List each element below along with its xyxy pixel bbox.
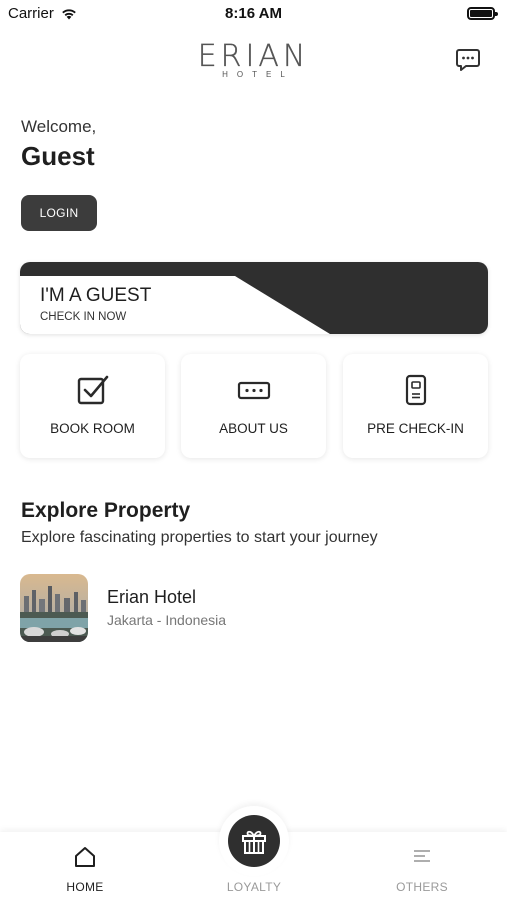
logo-text: ERIAN — [197, 39, 310, 74]
chat-bubble-icon — [456, 49, 480, 71]
book-room-label: BOOK ROOM — [50, 421, 135, 436]
gift-icon — [242, 830, 266, 854]
loyalty-button[interactable] — [228, 815, 280, 867]
chat-button[interactable] — [455, 47, 481, 73]
banner-subtitle: CHECK IN NOW — [40, 311, 127, 323]
nav-loyalty-label: LOYALTY — [226, 880, 282, 894]
nav-home-label: HOME — [66, 880, 104, 894]
nav-home[interactable]: HOME — [25, 832, 145, 900]
logo-subtext: HOTEL — [222, 70, 294, 79]
pre-check-in-card[interactable]: PRE CHECK-IN — [343, 354, 488, 458]
hotel-logo: ERIAN HOTEL — [0, 39, 507, 79]
welcome-greeting: Welcome, — [21, 117, 97, 136]
checkbox-icon — [77, 375, 108, 405]
home-icon — [75, 847, 95, 867]
status-time: 8:16 AM — [225, 5, 282, 22]
explore-subtitle: Explore fascinating properties to start … — [21, 529, 378, 546]
guest-check-in-banner[interactable]: I'M A GUEST CHECK IN NOW — [20, 262, 488, 334]
book-room-card[interactable]: BOOK ROOM — [20, 354, 165, 458]
user-name: Guest — [21, 141, 95, 171]
nav-others-label: OTHERS — [396, 880, 448, 894]
explore-title: Explore Property — [21, 499, 191, 522]
about-us-card[interactable]: ABOUT US — [181, 354, 326, 458]
property-thumbnail — [20, 574, 88, 642]
pre-check-in-label: PRE CHECK-IN — [367, 421, 464, 436]
status-bar: Carrier 8:16 AM — [0, 0, 507, 28]
ticket-icon — [237, 381, 270, 400]
property-location: Jakarta - Indonesia — [107, 612, 227, 628]
nav-others[interactable]: OTHERS — [362, 832, 482, 900]
property-name: Erian Hotel — [107, 587, 197, 607]
login-button[interactable]: LOGIN — [21, 195, 97, 231]
property-item[interactable]: Erian Hotel Jakarta - Indonesia — [20, 574, 320, 642]
key-card-icon — [405, 374, 426, 406]
battery-icon — [467, 7, 498, 20]
banner-title: I'M A GUEST — [40, 285, 152, 306]
menu-lines-icon — [414, 850, 430, 862]
about-us-label: ABOUT US — [219, 421, 288, 436]
